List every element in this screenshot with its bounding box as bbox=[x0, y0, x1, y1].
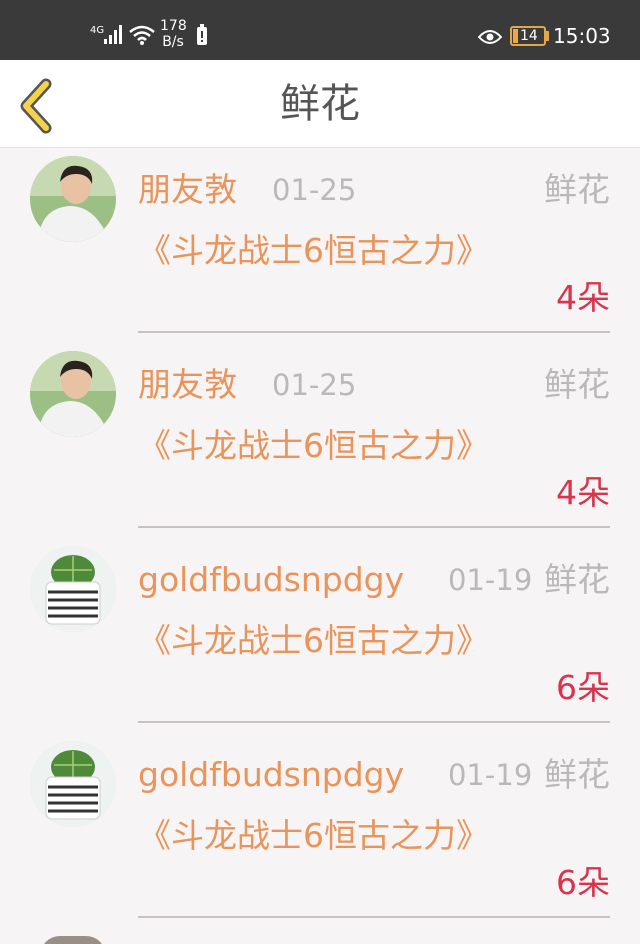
network-speed-unit: B/s bbox=[162, 34, 184, 50]
gift-list-item[interactable]: 朋友㪍 01-25 鲜花 《斗龙战士6恒古之力》 4朵 bbox=[0, 343, 640, 538]
book-title[interactable]: 《斗龙战士6恒古之力》 bbox=[138, 809, 498, 863]
sim-card-icon bbox=[197, 24, 207, 45]
next-item-avatar bbox=[40, 936, 106, 944]
divider bbox=[138, 721, 610, 723]
book-title[interactable]: 《斗龙战士6恒古之力》 bbox=[138, 419, 498, 473]
gift-type: 鲜花 bbox=[544, 170, 610, 209]
eye-comfort-icon bbox=[478, 30, 502, 44]
battery-icon: 14 bbox=[510, 26, 546, 46]
cellular-signal-icon: 4G bbox=[90, 25, 122, 44]
network-speed-value: 178 bbox=[160, 18, 187, 34]
gift-list-item[interactable]: goldfbudsnpdgy 01-19 鲜花 《斗龙战士6恒古之力》 6朵 bbox=[0, 538, 640, 733]
user-avatar[interactable] bbox=[30, 741, 116, 827]
user-avatar[interactable] bbox=[30, 351, 116, 437]
divider bbox=[138, 526, 610, 528]
gift-date: 01-25 bbox=[272, 368, 357, 402]
navigation-bar: 鲜花 bbox=[0, 60, 640, 148]
book-title[interactable]: 《斗龙战士6恒古之力》 bbox=[138, 224, 498, 278]
gift-date: 01-19 bbox=[448, 758, 533, 792]
user-name: 朋友㪍 bbox=[138, 365, 237, 404]
flower-count: 4朵 bbox=[556, 278, 610, 317]
divider bbox=[138, 331, 610, 333]
user-avatar[interactable] bbox=[30, 156, 116, 242]
gift-date: 01-25 bbox=[272, 173, 357, 207]
book-title[interactable]: 《斗龙战士6恒古之力》 bbox=[138, 614, 498, 668]
flower-count: 6朵 bbox=[556, 668, 610, 707]
divider bbox=[138, 916, 610, 918]
flower-count: 4朵 bbox=[556, 473, 610, 512]
battery-fill bbox=[513, 29, 518, 43]
gift-list: 朋友㪍 01-25 鲜花 《斗龙战士6恒古之力》 4朵 朋友㪍 01-25 鲜花… bbox=[0, 148, 640, 928]
gift-list-item[interactable]: 朋友㪍 01-25 鲜花 《斗龙战士6恒古之力》 4朵 bbox=[0, 148, 640, 343]
gift-type: 鲜花 bbox=[544, 365, 610, 404]
status-bar: 4G 178 B/s 14 15:03 bbox=[0, 0, 640, 60]
battery-level: 14 bbox=[520, 28, 538, 44]
user-name: goldfbudsnpdgy bbox=[138, 560, 405, 599]
clock: 15:03 bbox=[553, 24, 611, 48]
network-type-label: 4G bbox=[90, 25, 104, 36]
gift-list-item[interactable]: goldfbudsnpdgy 01-19 鲜花 《斗龙战士6恒古之力》 6朵 bbox=[0, 733, 640, 928]
battery-tip bbox=[546, 31, 549, 41]
user-name: 朋友㪍 bbox=[138, 170, 237, 209]
flower-count: 6朵 bbox=[556, 863, 610, 902]
network-speed: 178 B/s bbox=[160, 18, 187, 50]
gift-type: 鲜花 bbox=[544, 560, 610, 599]
user-avatar[interactable] bbox=[30, 546, 116, 632]
wifi-icon bbox=[129, 25, 155, 45]
gift-date: 01-19 bbox=[448, 563, 533, 597]
gift-type: 鲜花 bbox=[544, 755, 610, 794]
user-name: goldfbudsnpdgy bbox=[138, 755, 405, 794]
page-title: 鲜花 bbox=[280, 81, 360, 127]
